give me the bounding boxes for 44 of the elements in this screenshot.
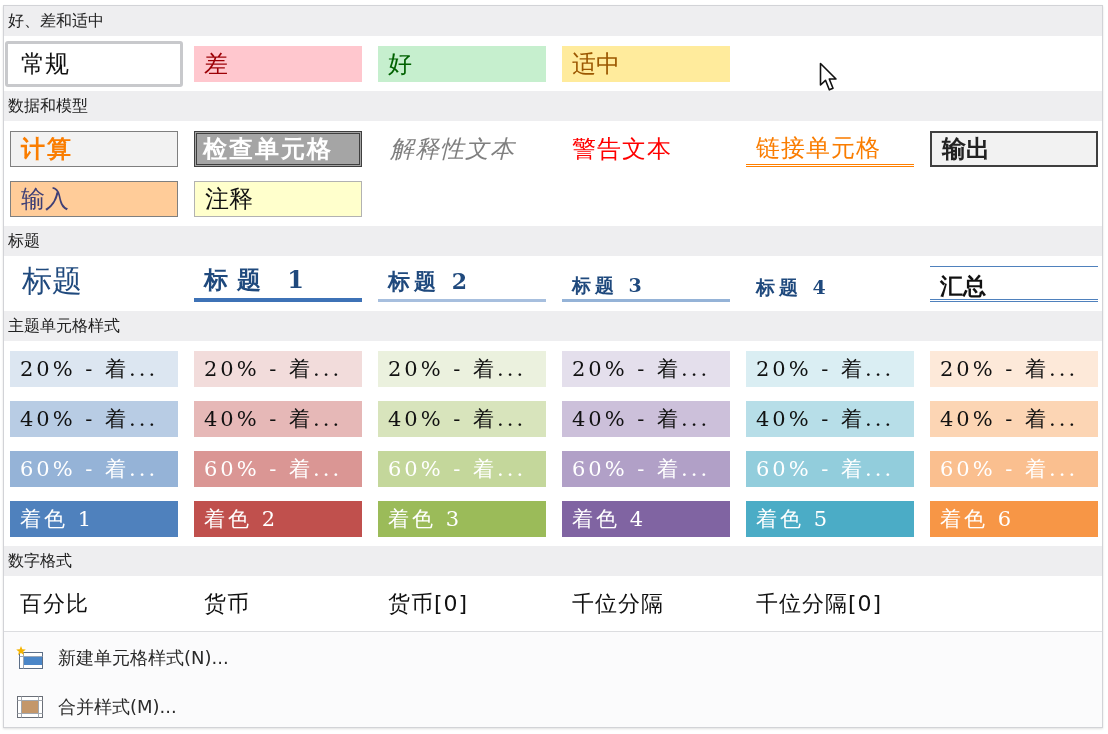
section-header: 好、差和适中 (4, 6, 1102, 36)
cell-style-option[interactable]: 标题 4 (746, 266, 914, 302)
cell-style-option[interactable]: 40% - 着... (378, 401, 546, 437)
cell-style-option[interactable]: 20% - 着... (746, 351, 914, 387)
cell-style-option[interactable]: 标题 (10, 266, 178, 302)
menu-item[interactable]: 新建单元格样式(N)... (4, 638, 239, 678)
cell-style-option[interactable]: 常规 (5, 41, 183, 87)
menu-item[interactable]: 合并样式(M)... (4, 687, 187, 727)
cell-style-option[interactable]: 40% - 着... (930, 401, 1098, 437)
cell-style-option[interactable]: 20% - 着... (930, 351, 1098, 387)
cell-style-option[interactable]: 标题 1 (194, 266, 362, 302)
cell-style-option[interactable]: 货币 (194, 586, 362, 622)
cell-style-option[interactable]: 千位分隔 (562, 586, 730, 622)
cell-style-option[interactable]: 解释性文本 (378, 131, 546, 167)
cell-style-option[interactable]: 货币[0] (378, 586, 546, 622)
cell-style-option[interactable]: 输出 (930, 131, 1098, 167)
grid-icon (16, 695, 44, 719)
cell-style-option[interactable]: 警告文本 (562, 131, 730, 167)
cell-style-option[interactable]: 20% - 着... (10, 351, 178, 387)
cell-style-option[interactable]: 注释 (194, 181, 362, 217)
cell-style-option[interactable]: 40% - 着... (194, 401, 362, 437)
cell-style-option[interactable]: 好 (378, 46, 546, 82)
cell-style-option[interactable]: 40% - 着... (10, 401, 178, 437)
section-header: 数字格式 (4, 546, 1102, 576)
cell-style-option[interactable]: 20% - 着... (378, 351, 546, 387)
cell-style-option[interactable]: 着色 1 (10, 501, 178, 537)
cell-style-option[interactable]: 20% - 着... (562, 351, 730, 387)
section-header: 标题 (4, 226, 1102, 256)
cell-style-option[interactable]: 标题 3 (562, 266, 730, 302)
cell-style-option[interactable]: 差 (194, 46, 362, 82)
cell-style-option[interactable]: 千位分隔[0] (746, 586, 914, 622)
cell-style-option[interactable]: 着色 2 (194, 501, 362, 537)
section-header: 主题单元格样式 (4, 311, 1102, 341)
cell-style-option[interactable]: 汇总 (930, 266, 1098, 302)
cell-style-option[interactable]: 标题 2 (378, 266, 546, 302)
cell-style-option[interactable]: 着色 4 (562, 501, 730, 537)
cell-style-option[interactable]: 输入 (10, 181, 178, 217)
cell-style-option[interactable]: 百分比 (10, 586, 178, 622)
cell-style-option[interactable]: 40% - 着... (562, 401, 730, 437)
cell-style-option[interactable]: 适中 (562, 46, 730, 82)
cell-style-option[interactable]: 40% - 着... (746, 401, 914, 437)
cell-style-option[interactable]: 20% - 着... (194, 351, 362, 387)
grid-star-icon (16, 646, 44, 670)
section-header: 数据和模型 (4, 91, 1102, 121)
